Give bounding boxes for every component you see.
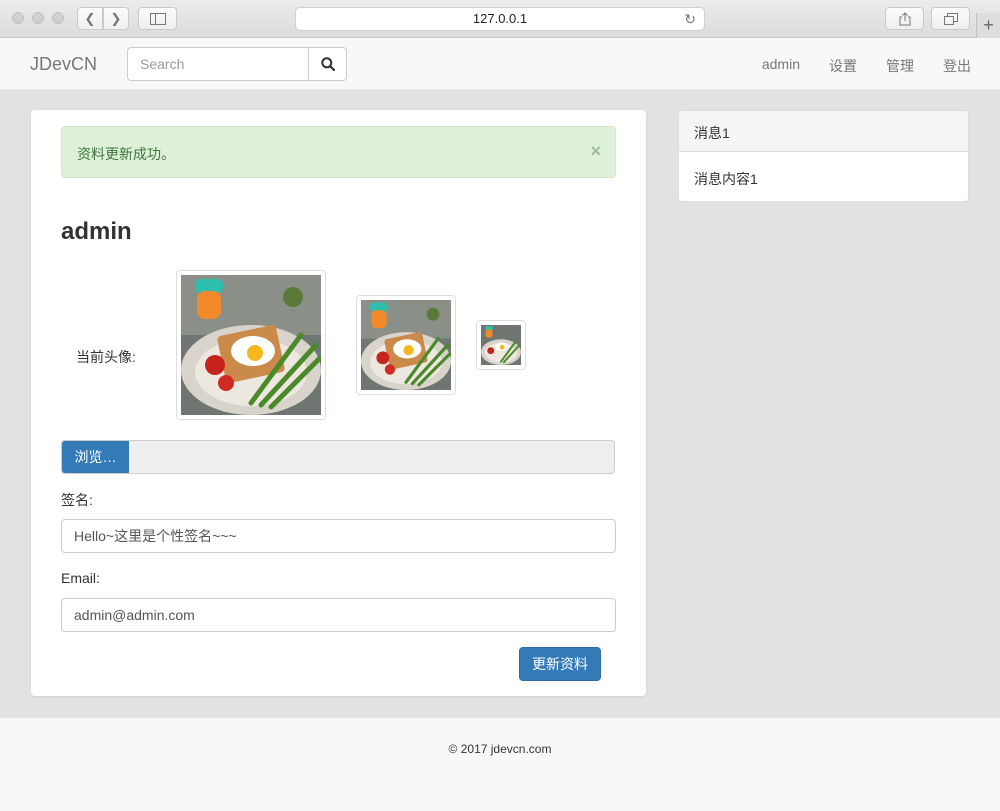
email-field[interactable] xyxy=(61,598,616,632)
chevron-right-icon: ❯ xyxy=(110,10,122,26)
maximize-window-icon[interactable] xyxy=(52,12,64,24)
new-tab-button[interactable]: + xyxy=(976,13,1000,38)
footer-text: © 2017 jdevcn.com xyxy=(448,742,552,756)
avatar-image xyxy=(181,275,321,415)
search-input[interactable] xyxy=(127,47,308,81)
share-button[interactable] xyxy=(885,7,924,30)
update-profile-button[interactable]: 更新资料 xyxy=(519,647,601,681)
forward-button[interactable]: ❯ xyxy=(103,7,129,30)
minimize-window-icon[interactable] xyxy=(32,12,44,24)
browse-button[interactable]: 浏览… xyxy=(62,441,129,473)
signature-field[interactable] xyxy=(61,519,616,553)
nav-links: admin 设置 管理 登出 xyxy=(762,56,971,76)
sidebar-toggle-button[interactable] xyxy=(138,7,177,30)
profile-panel: 资料更新成功。 × admin 当前头像: 浏览… 签名: Hello~这里是个… xyxy=(31,110,646,696)
nav-link-admin[interactable]: admin xyxy=(762,56,800,76)
avatar-image xyxy=(361,300,451,390)
plus-icon: + xyxy=(983,15,994,35)
address-bar[interactable]: 127.0.0.1 ↻ xyxy=(295,7,705,31)
tabs-overview-button[interactable] xyxy=(931,7,970,30)
sidebar-icon xyxy=(149,12,166,25)
search-form xyxy=(127,47,347,81)
message-content: 消息内容1 xyxy=(694,171,758,187)
success-alert: 资料更新成功。 × xyxy=(61,126,616,178)
email-label: Email: xyxy=(61,570,100,586)
signature-label: 签名: xyxy=(61,492,93,508)
nav-link-manage[interactable]: 管理 xyxy=(886,56,914,76)
avatar-small xyxy=(476,320,526,370)
page-title: admin xyxy=(61,218,132,245)
close-icon[interactable]: × xyxy=(590,141,601,162)
file-upload[interactable]: 浏览… xyxy=(61,440,615,474)
brand-logo[interactable]: JDevCN xyxy=(30,54,97,75)
message-title: 消息1 xyxy=(679,111,968,152)
share-icon xyxy=(899,11,910,25)
back-button[interactable]: ❮ xyxy=(77,7,103,30)
main-content: 资料更新成功。 × admin 当前头像: 浏览… 签名: Hello~这里是个… xyxy=(0,90,1000,718)
search-icon xyxy=(320,57,335,71)
url-text: 127.0.0.1 xyxy=(472,11,528,26)
close-window-icon[interactable] xyxy=(12,12,24,24)
avatar-large xyxy=(176,270,326,420)
nav-link-settings[interactable]: 设置 xyxy=(829,56,857,76)
search-button[interactable] xyxy=(308,47,347,81)
message-panel: 消息1 消息内容1 xyxy=(678,110,969,202)
avatar-label: 当前头像: xyxy=(76,349,136,365)
reload-icon[interactable]: ↻ xyxy=(684,8,696,30)
avatar-image xyxy=(481,325,521,365)
navbar: JDevCN admin 设置 管理 登出 xyxy=(0,39,1000,90)
tabs-icon xyxy=(943,12,958,25)
alert-message: 资料更新成功。 xyxy=(77,146,175,162)
browser-toolbar: ❮ ❯ 127.0.0.1 ↻ + xyxy=(0,0,1000,38)
chevron-left-icon: ❮ xyxy=(84,10,96,26)
footer: © 2017 jdevcn.com xyxy=(0,718,1000,811)
nav-link-logout[interactable]: 登出 xyxy=(943,56,971,76)
avatar-medium xyxy=(356,295,456,395)
